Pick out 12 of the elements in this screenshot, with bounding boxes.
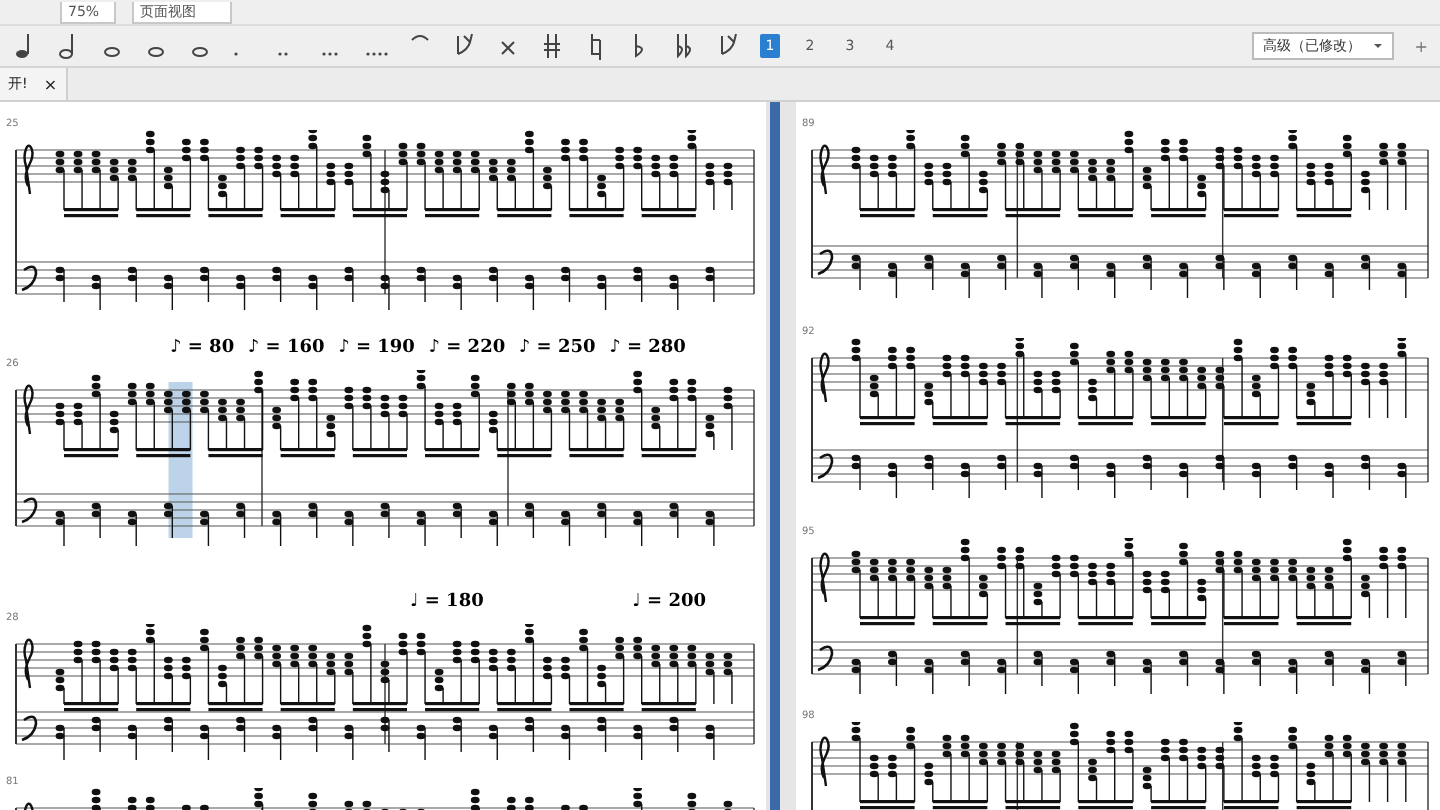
tempo-marking: ♪ = 80: [170, 338, 235, 358]
double-flat-icon[interactable]: [672, 30, 696, 62]
add-workspace-button[interactable]: +: [1414, 37, 1428, 55]
tempo-marking: ♪ = 220: [428, 338, 506, 358]
tempo-marking: ♪ = 250: [518, 338, 596, 358]
tempo-marking: ♩ = 200: [632, 592, 706, 612]
sharp-icon[interactable]: [540, 30, 564, 62]
tempo-marking: ♩ = 180: [410, 592, 484, 612]
tempo-marking: ♪ = 280: [609, 338, 686, 358]
tempo-marking: ♪ = 160: [247, 338, 325, 358]
tempo-marking: ♪ = 190: [338, 338, 415, 358]
close-button[interactable]: ×: [43, 75, 58, 93]
